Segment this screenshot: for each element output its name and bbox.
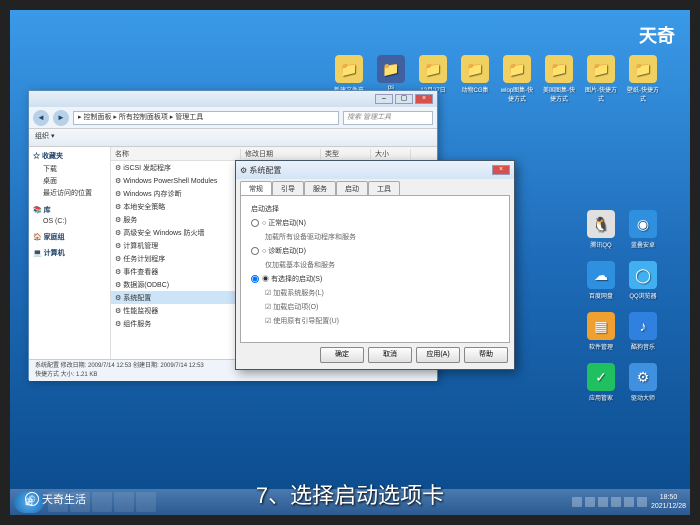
desktop-icon[interactable]: ⚙驱动大师 (626, 363, 660, 402)
dialog-close-button[interactable]: × (492, 165, 510, 175)
sidebar-group[interactable]: 📚 库 (33, 205, 106, 215)
col-size[interactable]: 大小 (371, 149, 411, 159)
opt-load-startup[interactable]: ☑ 加载启动项(O) (249, 302, 501, 312)
sidebar-group[interactable]: ☆ 收藏夹 (33, 151, 106, 161)
back-button[interactable]: ◄ (33, 110, 49, 126)
desktop-icon[interactable]: ☁百度网盘 (584, 261, 618, 300)
sidebar-item[interactable]: OS (C:) (33, 217, 106, 226)
search-input[interactable]: 搜索 管理工具 (343, 111, 433, 125)
dialog-tab[interactable]: 引导 (272, 181, 304, 195)
dialog-buttons: 确定 取消 应用(A) 帮助 (236, 343, 514, 367)
col-name[interactable]: 名称 (111, 149, 241, 159)
desktop-icon[interactable]: ♪酷狗音乐 (626, 312, 660, 351)
opt-diag-desc: 仅加载基本设备和服务 (249, 260, 501, 270)
opt-diagnostic[interactable]: ○ 诊断启动(D) (249, 246, 501, 256)
ok-button[interactable]: 确定 (320, 347, 364, 363)
desktop-icon[interactable]: 📁动物CG集 (458, 55, 492, 103)
dialog-titlebar[interactable]: ⚙ 系统配置 × (236, 161, 514, 179)
tray-icon[interactable] (585, 497, 595, 507)
watermark-top: 天奇 (639, 22, 675, 48)
sidebar-item[interactable]: 下载 (33, 163, 106, 175)
tray-icon[interactable] (572, 497, 582, 507)
maximize-button[interactable]: ▢ (395, 94, 413, 104)
desktop-icon[interactable]: 📁wlop图集-快捷方式 (500, 55, 534, 103)
dialog-tab[interactable]: 工具 (368, 181, 400, 195)
dialog-tabs: 常规引导服务启动工具 (236, 179, 514, 195)
watermark-bottom: 天奇生活 (25, 491, 86, 507)
dialog-title: ⚙ 系统配置 (240, 165, 281, 176)
dialog-tab[interactable]: 常规 (240, 181, 272, 195)
col-type[interactable]: 类型 (321, 149, 371, 159)
taskbar-item[interactable] (114, 492, 134, 512)
minimize-button[interactable]: – (375, 94, 393, 104)
desktop-icons-right: 🐧腾讯QQ◉蓝叠安卓☁百度网盘◯QQ浏览器▦软件管理♪酷狗音乐✓应用管家⚙驱动大… (584, 210, 660, 402)
desktop-icon[interactable]: 📁美国图集-快捷方式 (542, 55, 576, 103)
opt-load-services[interactable]: ☑ 加载系统服务(L) (249, 288, 501, 298)
help-button[interactable]: 帮助 (464, 347, 508, 363)
opt-normal[interactable]: ○ 正常启动(N) (249, 218, 501, 228)
sidebar-group[interactable]: 💻 计算机 (33, 248, 106, 258)
system-tray[interactable]: 18:50 2021/12/28 (572, 493, 686, 511)
tutorial-caption: 7、选择启动选项卡 (256, 478, 444, 510)
forward-button[interactable]: ► (53, 110, 69, 126)
tray-icon[interactable] (624, 497, 634, 507)
desktop-icon[interactable]: 📁图片-快捷方式 (584, 55, 618, 103)
desktop-icon[interactable]: ◯QQ浏览器 (626, 261, 660, 300)
desktop-icon[interactable]: 📁壁纸-快捷方式 (626, 55, 660, 103)
explorer-toolbar[interactable]: 组织 ▾ (29, 129, 437, 147)
sidebar-item[interactable]: 桌面 (33, 175, 106, 187)
desktop-icon[interactable]: ◉蓝叠安卓 (626, 210, 660, 249)
opt-normal-desc: 加载所有设备驱动程序和服务 (249, 232, 501, 242)
desktop-icon[interactable]: ✓应用管家 (584, 363, 618, 402)
apply-button[interactable]: 应用(A) (416, 347, 460, 363)
sidebar-item[interactable]: 最近访问的位置 (33, 187, 106, 199)
dialog-tab[interactable]: 服务 (304, 181, 336, 195)
taskbar-item[interactable] (136, 492, 156, 512)
explorer-navbar: ◄ ► ▸ 控制面板 ▸ 所有控制面板项 ▸ 管理工具 搜索 管理工具 (29, 107, 437, 129)
opt-group-label: 启动选择 (249, 204, 501, 214)
list-header[interactable]: 名称 修改日期 类型 大小 (111, 147, 437, 161)
desktop-icon[interactable]: ▦软件管理 (584, 312, 618, 351)
col-date[interactable]: 修改日期 (241, 149, 321, 159)
desktop-icon[interactable]: 🐧腾讯QQ (584, 210, 618, 249)
breadcrumb[interactable]: ▸ 控制面板 ▸ 所有控制面板项 ▸ 管理工具 (73, 111, 339, 125)
dialog-tab[interactable]: 启动 (336, 181, 368, 195)
opt-selective[interactable]: ◉ 有选择的启动(S) (249, 274, 501, 284)
clock[interactable]: 18:50 2021/12/28 (651, 493, 686, 511)
system-config-dialog[interactable]: ⚙ 系统配置 × 常规引导服务启动工具 启动选择 ○ 正常启动(N) 加载所有设… (235, 160, 515, 370)
taskbar-item[interactable] (92, 492, 112, 512)
tray-icon[interactable] (598, 497, 608, 507)
explorer-sidebar[interactable]: ☆ 收藏夹下载桌面最近访问的位置 📚 库 OS (C:) 🏠 家庭组 💻 计算机 (29, 147, 111, 359)
opt-original-boot[interactable]: ☑ 使用原有引导配置(U) (249, 316, 501, 326)
explorer-titlebar[interactable]: – ▢ × (29, 91, 437, 107)
dialog-content: 启动选择 ○ 正常启动(N) 加载所有设备驱动程序和服务 ○ 诊断启动(D) 仅… (240, 195, 510, 343)
cancel-button[interactable]: 取消 (368, 347, 412, 363)
tray-icon[interactable] (637, 497, 647, 507)
sidebar-group[interactable]: 🏠 家庭组 (33, 232, 106, 242)
tray-icon[interactable] (611, 497, 621, 507)
close-button[interactable]: × (415, 94, 433, 104)
